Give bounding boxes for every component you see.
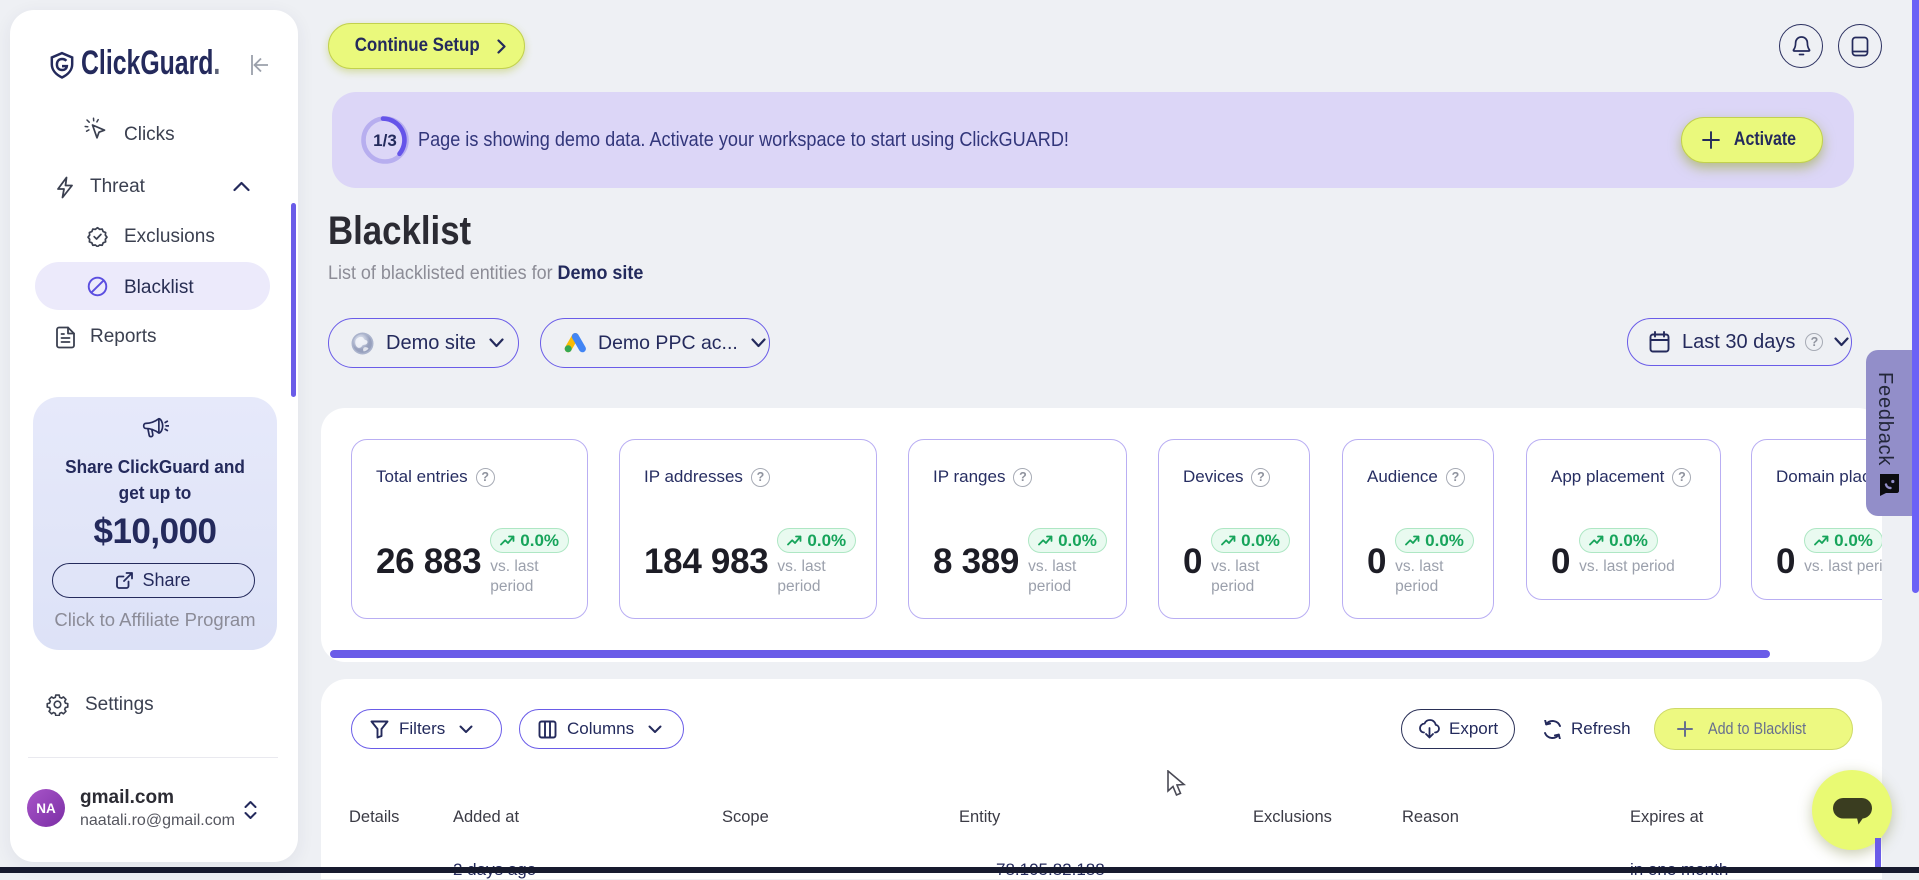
svg-text:1/3: 1/3 <box>373 131 397 150</box>
